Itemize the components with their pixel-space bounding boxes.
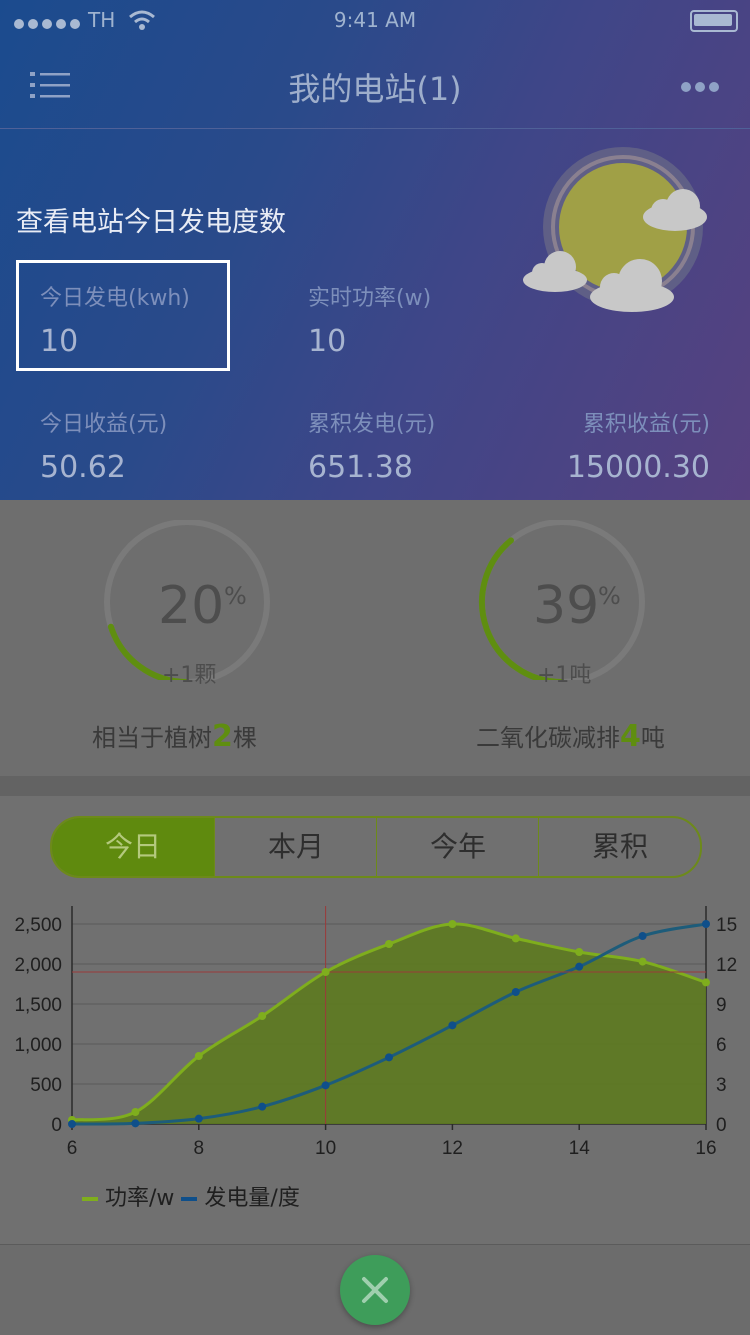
x-tick-label: 8 — [194, 1138, 205, 1159]
legend-power-swatch — [82, 1197, 98, 1201]
summary-heading: 查看电站今日发电度数 — [16, 207, 286, 238]
power-chart[interactable]: 0 500 1,000 1,500 2,000 2,500 0 3 6 9 12 15 6 8 10 12 14… — [0, 896, 750, 1206]
y-left-tick-label: 2,000 — [14, 955, 62, 976]
total-power-value: 651.38 — [308, 450, 413, 485]
y-right-tick-label: 3 — [716, 1075, 727, 1096]
tree-percent-sign: % — [224, 582, 247, 610]
tab-today[interactable]: 今日 — [52, 818, 214, 876]
page-title: 我的电站(1) — [288, 70, 462, 108]
chart-card: 今日 本月 今年 累积 0 500 1,000 1,500 2,000 2,500 0 3 6 9… — [0, 796, 750, 1244]
tab-month[interactable]: 本月 — [214, 818, 377, 876]
today-power-value: 10 — [40, 324, 79, 359]
bottom-bar — [0, 1244, 750, 1335]
co2-percent: 39 — [533, 576, 600, 636]
today-income-label: 今日收益(元) — [40, 412, 168, 437]
power-point — [575, 948, 584, 956]
co2-count: 4 — [620, 719, 641, 754]
co2-delta: +1吨 — [537, 663, 592, 688]
y-right-tick-label: 12 — [716, 955, 737, 976]
more-icon[interactable] — [680, 78, 720, 97]
status-bar: TH 9:41 AM — [0, 0, 750, 40]
x-tick-label: 12 — [442, 1138, 463, 1159]
power-point — [131, 1108, 140, 1116]
close-button[interactable] — [340, 1255, 410, 1325]
energy-point — [258, 1102, 267, 1111]
close-icon — [362, 1277, 388, 1303]
x-tick-label: 10 — [315, 1138, 336, 1159]
today-power-label: 今日发电(kwh) — [40, 286, 190, 311]
realtime-power-label: 实时功率(w) — [308, 286, 432, 311]
power-point — [511, 934, 520, 943]
battery-icon — [690, 10, 738, 32]
energy-point — [702, 920, 710, 928]
energy-point — [638, 932, 647, 940]
co2-caption: 二氧化碳减排4吨 — [476, 719, 665, 754]
power-point — [702, 978, 710, 987]
tab-total[interactable]: 累积 — [538, 818, 700, 876]
energy-point — [131, 1119, 140, 1128]
y-right-tick-label: 9 — [716, 995, 727, 1016]
energy-point — [194, 1114, 203, 1123]
y-left-tick-label: 2,500 — [14, 915, 62, 936]
power-point — [321, 968, 330, 976]
energy-point — [448, 1021, 457, 1030]
energy-point — [385, 1053, 393, 1062]
energy-point — [575, 962, 584, 971]
y-left-tick-label: 0 — [51, 1115, 62, 1136]
y-right-tick-label: 0 — [716, 1115, 727, 1136]
tab-year[interactable]: 今年 — [376, 818, 539, 876]
energy-point — [321, 1081, 330, 1090]
total-power-label: 累积发电(元) — [308, 412, 436, 437]
y-right-tick-label: 15 — [716, 915, 737, 936]
y-right-tick-label: 6 — [716, 1035, 727, 1056]
power-point — [638, 957, 647, 966]
chart-legend: 功率/w 发电量/度 — [82, 1180, 300, 1212]
x-tick-label: 16 — [695, 1138, 716, 1159]
tree-count: 2 — [212, 719, 233, 754]
nav-bar: 我的电站(1) — [0, 40, 750, 129]
legend-power-label: 功率/w — [105, 1186, 175, 1211]
power-point — [258, 1012, 267, 1020]
period-tabs: 今日 本月 今年 累积 — [50, 816, 702, 878]
tree-percent: 20 — [158, 576, 225, 636]
today-income-value: 50.62 — [40, 450, 126, 485]
energy-point — [511, 988, 520, 996]
total-income-value: 15000.30 — [566, 450, 710, 485]
tree-delta: +1颗 — [162, 663, 217, 688]
realtime-power-value: 10 — [308, 324, 347, 359]
co2-percent-sign: % — [598, 582, 621, 610]
tree-caption: 相当于植树2棵 — [92, 719, 257, 754]
x-tick-label: 14 — [569, 1138, 591, 1159]
power-area — [72, 923, 706, 1124]
x-tick-label: 6 — [67, 1138, 78, 1159]
power-point — [385, 940, 393, 948]
y-left-tick-label: 500 — [30, 1075, 62, 1096]
power-point — [448, 920, 457, 928]
weather-sun-cloud-icon — [520, 145, 720, 320]
section-divider — [0, 776, 750, 796]
legend-energy-label: 发电量/度 — [204, 1186, 300, 1211]
clock: 9:41 AM — [333, 8, 417, 32]
environment-stats-card: 20 % +1颗 相当于植树2棵 39 % +1吨 二氧化碳减排4吨 — [0, 500, 750, 776]
energy-point — [68, 1120, 76, 1128]
y-left-tick-label: 1,000 — [14, 1035, 62, 1056]
power-point — [194, 1052, 203, 1060]
legend-energy-swatch — [181, 1197, 198, 1201]
y-left-tick-label: 1,500 — [14, 995, 62, 1016]
total-income-label: 累积收益(元) — [582, 412, 710, 437]
